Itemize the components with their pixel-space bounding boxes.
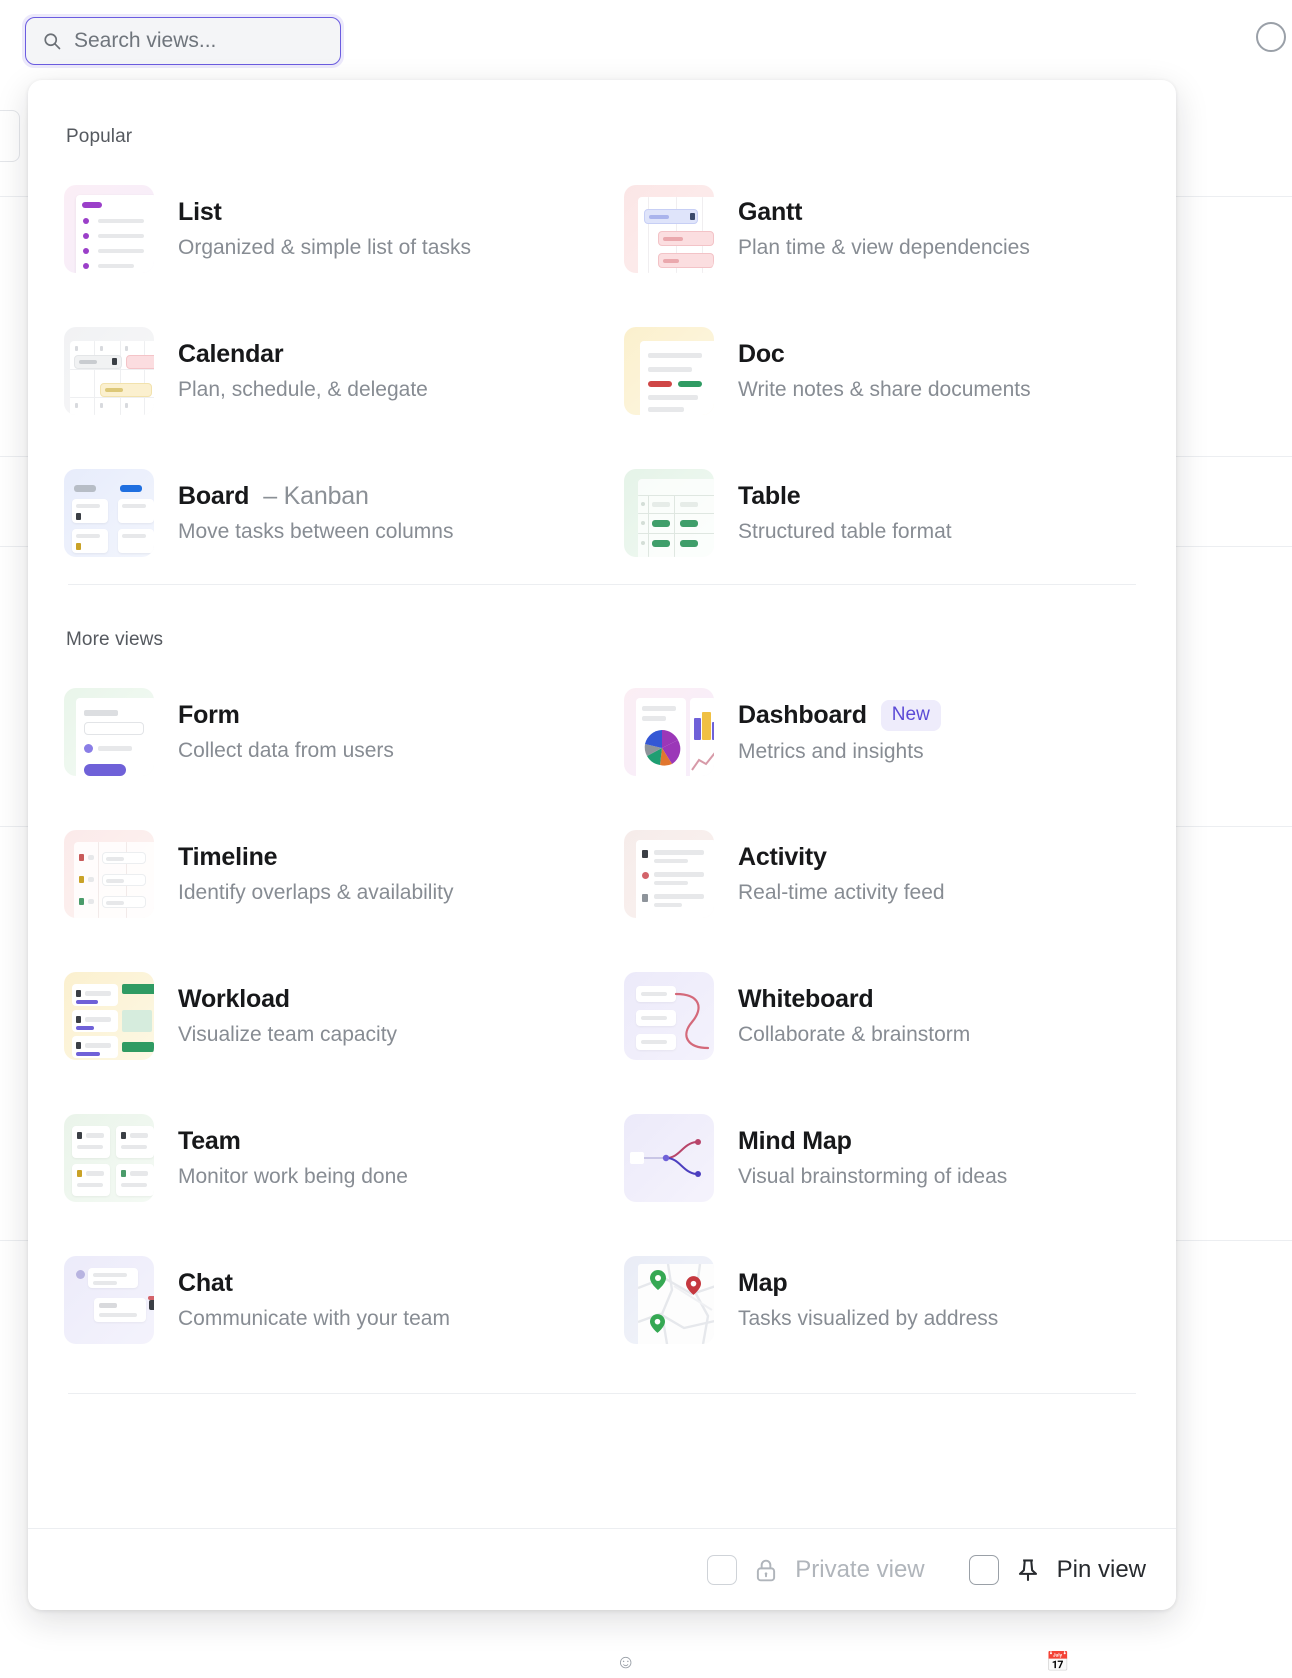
popover-footer: Private view Pin view bbox=[28, 1528, 1176, 1610]
view-title: Map bbox=[738, 1269, 788, 1297]
activity-view-icon bbox=[624, 830, 714, 918]
view-title: Dashboard bbox=[738, 701, 867, 729]
doc-view-icon bbox=[624, 327, 714, 415]
views-scroll-area[interactable]: Popular List Organized & simple list of … bbox=[28, 80, 1176, 1528]
view-description: Identify overlaps & availability bbox=[178, 881, 454, 904]
mindmap-view-icon bbox=[624, 1114, 714, 1202]
view-option-map[interactable]: Map Tasks visualized by address bbox=[624, 1229, 1176, 1371]
view-title: Form bbox=[178, 701, 240, 729]
pin-view-label: Pin view bbox=[1056, 1555, 1146, 1583]
view-option-activity[interactable]: Activity Real-time activity feed bbox=[624, 803, 1176, 945]
view-description: Collect data from users bbox=[178, 739, 394, 762]
view-option-dashboard[interactable]: Dashboard New Metrics and insights bbox=[624, 661, 1176, 803]
chat-view-icon bbox=[64, 1256, 154, 1344]
view-title: Doc bbox=[738, 340, 785, 368]
view-option-workload[interactable]: Workload Visualize team capacity bbox=[64, 945, 624, 1087]
view-title: Team bbox=[178, 1127, 241, 1155]
view-description: Write notes & share documents bbox=[738, 378, 1031, 401]
background-person-icon: ☺ bbox=[616, 1652, 636, 1673]
view-title: Mind Map bbox=[738, 1127, 852, 1155]
view-description: Visual brainstorming of ideas bbox=[738, 1165, 1008, 1188]
view-description: Move tasks between columns bbox=[178, 520, 454, 543]
calendar-view-icon bbox=[64, 327, 154, 415]
view-title: Workload bbox=[178, 985, 290, 1013]
pin-view-option[interactable]: Pin view bbox=[947, 1554, 1168, 1585]
pin-view-checkbox[interactable] bbox=[968, 1554, 999, 1585]
view-description: Organized & simple list of tasks bbox=[178, 236, 471, 259]
view-option-calendar[interactable]: Calendar Plan, schedule, & delegate bbox=[64, 300, 624, 442]
view-description: Collaborate & brainstorm bbox=[738, 1023, 971, 1046]
dashboard-view-icon bbox=[624, 688, 714, 776]
view-title: List bbox=[178, 198, 222, 226]
table-view-icon bbox=[624, 469, 714, 557]
view-option-table[interactable]: Table Structured table format bbox=[624, 442, 1176, 584]
more-views-grid: Form Collect data from users Dashboard N… bbox=[28, 661, 1176, 1371]
section-header-popular: Popular bbox=[66, 126, 133, 147]
team-view-icon bbox=[64, 1114, 154, 1202]
lock-icon bbox=[753, 1557, 779, 1583]
screen: ☺ 📅 Popular bbox=[0, 0, 1292, 1678]
view-title: Board bbox=[178, 482, 250, 510]
view-option-mindmap[interactable]: Mind Map Visual brainstorming of ideas bbox=[624, 1087, 1176, 1229]
views-picker-popover: Popular List Organized & simple list of … bbox=[28, 80, 1176, 1610]
view-description: Visualize team capacity bbox=[178, 1023, 398, 1046]
view-description: Metrics and insights bbox=[738, 740, 924, 763]
view-option-chat[interactable]: Chat Communicate with your team bbox=[64, 1229, 624, 1371]
view-description: Real-time activity feed bbox=[738, 881, 945, 904]
popular-views-grid: List Organized & simple list of tasks Ga… bbox=[28, 158, 1176, 584]
view-title: Gantt bbox=[738, 198, 803, 226]
map-view-icon bbox=[624, 1256, 714, 1344]
view-option-form[interactable]: Form Collect data from users bbox=[64, 661, 624, 803]
board-view-icon bbox=[64, 469, 154, 557]
view-description: Plan time & view dependencies bbox=[738, 236, 1030, 259]
view-title: Activity bbox=[738, 843, 827, 871]
view-option-timeline[interactable]: Timeline Identify overlaps & availabilit… bbox=[64, 803, 624, 945]
list-view-icon bbox=[64, 185, 154, 273]
view-title: Chat bbox=[178, 1269, 233, 1297]
view-title: Timeline bbox=[178, 843, 278, 871]
view-option-board[interactable]: Board – Kanban Move tasks between column… bbox=[64, 442, 624, 584]
view-option-list[interactable]: List Organized & simple list of tasks bbox=[64, 158, 624, 300]
view-option-whiteboard[interactable]: Whiteboard Collaborate & brainstorm bbox=[624, 945, 1176, 1087]
view-title: Whiteboard bbox=[738, 985, 874, 1013]
search-input[interactable] bbox=[74, 29, 345, 53]
view-description: Monitor work being done bbox=[178, 1165, 408, 1188]
search-views-field[interactable] bbox=[22, 14, 345, 68]
background-avatar-circle bbox=[1256, 22, 1286, 52]
timeline-view-icon bbox=[64, 830, 154, 918]
whiteboard-view-icon bbox=[624, 972, 714, 1060]
view-description: Tasks visualized by address bbox=[738, 1307, 999, 1330]
background-card bbox=[0, 110, 20, 162]
view-option-gantt[interactable]: Gantt Plan time & view dependencies bbox=[624, 158, 1176, 300]
section-divider-bottom bbox=[68, 1393, 1136, 1394]
view-title: Table bbox=[738, 482, 801, 510]
section-header-more-views: More views bbox=[66, 629, 164, 650]
view-option-doc[interactable]: Doc Write notes & share documents bbox=[624, 300, 1176, 442]
view-description: Structured table format bbox=[738, 520, 952, 543]
view-title-suffix: – Kanban bbox=[263, 482, 369, 510]
view-description: Plan, schedule, & delegate bbox=[178, 378, 428, 401]
private-view-checkbox[interactable] bbox=[707, 1554, 738, 1585]
private-view-label: Private view bbox=[795, 1555, 925, 1583]
view-title: Calendar bbox=[178, 340, 284, 368]
private-view-option[interactable]: Private view bbox=[685, 1554, 946, 1585]
form-view-icon bbox=[64, 688, 154, 776]
new-badge: New bbox=[880, 700, 941, 731]
view-option-team[interactable]: Team Monitor work being done bbox=[64, 1087, 624, 1229]
view-description: Communicate with your team bbox=[178, 1307, 450, 1330]
workload-view-icon bbox=[64, 972, 154, 1060]
gantt-view-icon bbox=[624, 185, 714, 273]
background-calendar-icon: 📅 bbox=[1046, 1652, 1070, 1673]
pin-icon bbox=[1015, 1557, 1041, 1583]
search-icon bbox=[42, 31, 62, 51]
